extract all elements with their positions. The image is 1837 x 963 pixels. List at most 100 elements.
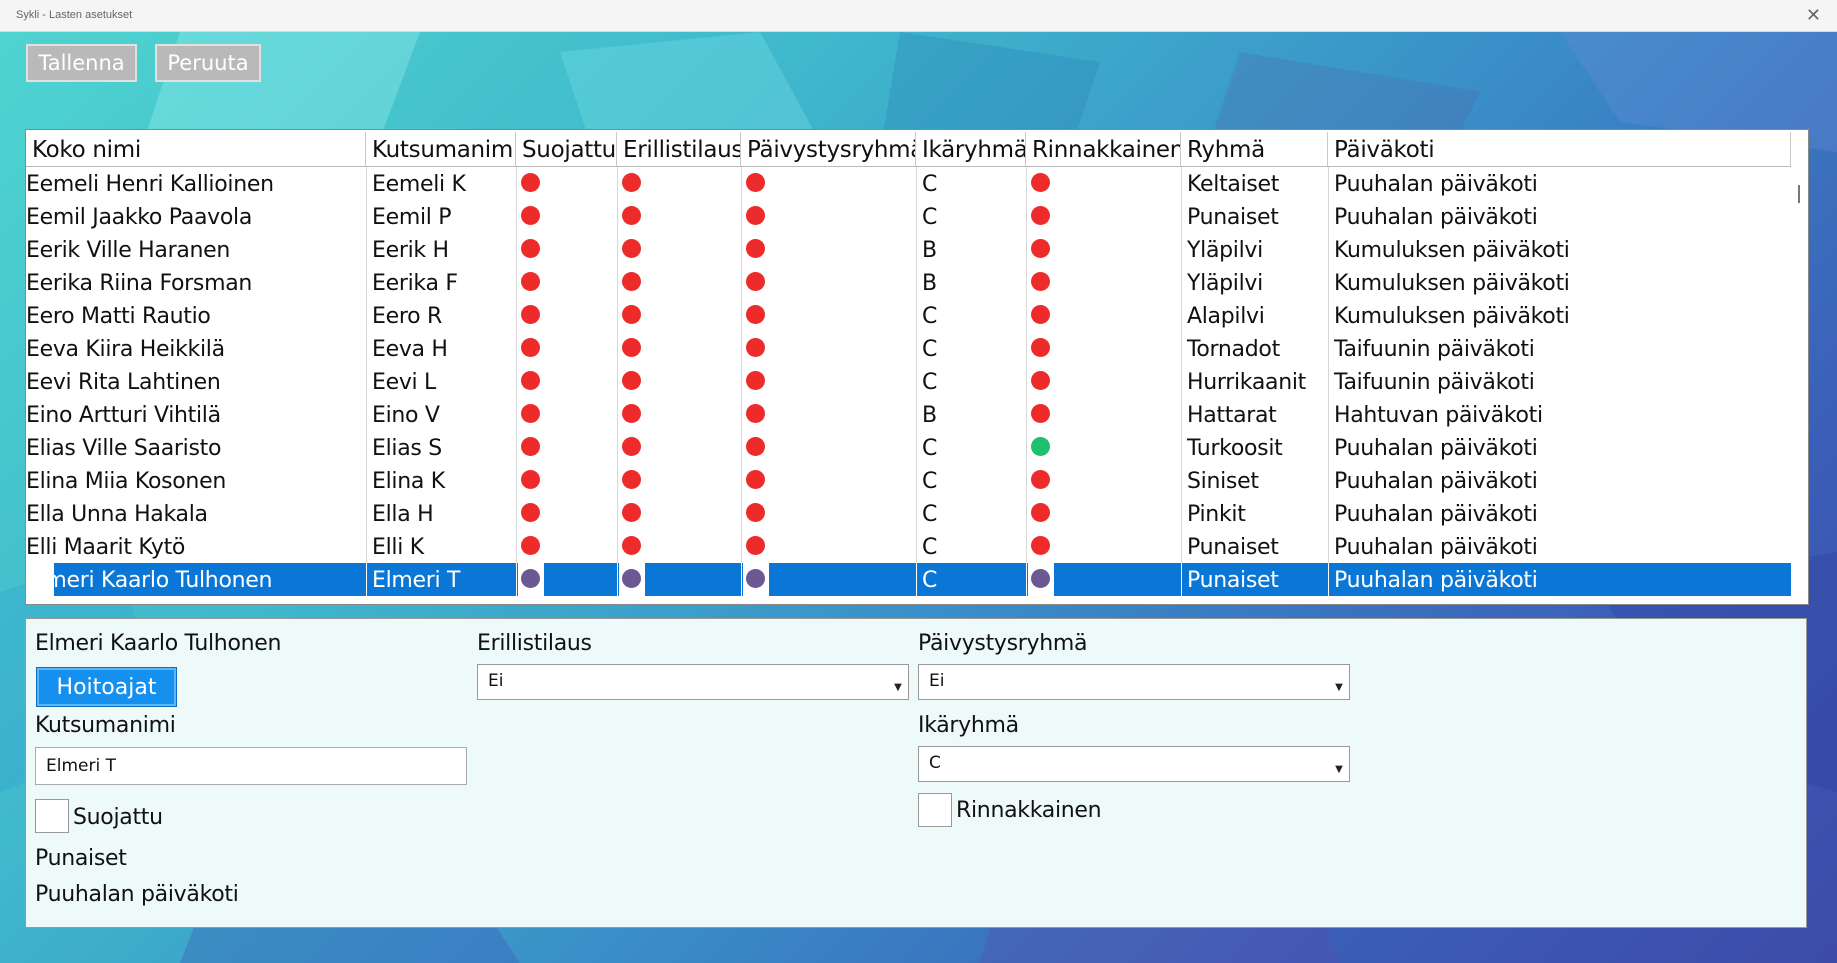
- children-grid[interactable]: Koko nimi Kutsumanimi Suojattu Erillistilau…: [25, 129, 1809, 605]
- column-divider: [366, 266, 367, 299]
- column-divider: [1026, 266, 1027, 299]
- cell-koko-nimi: Eemil Jaakko Paavola: [26, 205, 252, 230]
- suojattu-label: Suojattu: [73, 805, 163, 830]
- column-divider: [516, 266, 517, 299]
- cancel-button[interactable]: Peruuta: [155, 44, 261, 82]
- save-button[interactable]: Tallenna: [26, 44, 137, 82]
- column-divider: [1181, 365, 1182, 398]
- column-divider: [1328, 332, 1329, 365]
- grid-body[interactable]: Eemeli Henri Kallioinen Eemeli K C Keltaise…: [26, 167, 1791, 604]
- header-col-kutsumanimi[interactable]: Kutsumanimi: [366, 132, 516, 166]
- cell-kutsumanimi: Ella H: [372, 502, 434, 527]
- table-row[interactable]: Eerik Ville Haranen Eerik H B Yläpilvi Kumul…: [26, 233, 1791, 266]
- erillistilaus-select[interactable]: Ei ▼: [477, 664, 909, 700]
- status-dot-icon: [521, 371, 540, 390]
- cell-koko-nimi: Elina Miia Kosonen: [26, 469, 226, 494]
- ikaryhma-select[interactable]: C ▼: [918, 746, 1350, 782]
- cell-kutsumanimi: Eeva H: [372, 337, 448, 362]
- column-divider: [366, 167, 367, 200]
- column-divider: [1328, 563, 1329, 596]
- header-col-paivystysryhma[interactable]: Päivystysryhmä: [741, 132, 916, 166]
- column-divider: [366, 530, 367, 563]
- status-dot-icon: [746, 536, 765, 555]
- table-row[interactable]: Eemeli Henri Kallioinen Eemeli K C Keltaise…: [26, 167, 1791, 200]
- table-row[interactable]: Eeva Kiira Heikkilä Eeva H C Tornadot Taifuu…: [26, 332, 1791, 365]
- suojattu-checkbox[interactable]: [35, 799, 69, 833]
- close-icon[interactable]: ✕: [1806, 5, 1821, 26]
- table-row[interactable]: Eino Artturi Vihtilä Eino V B Hattarat Hahtu…: [26, 398, 1791, 431]
- column-divider: [366, 431, 367, 464]
- column-divider: [741, 398, 742, 431]
- status-dot-icon: [746, 569, 765, 588]
- cell-kutsumanimi: Eino V: [372, 403, 440, 428]
- chevron-down-icon[interactable]: ▼: [1331, 747, 1347, 781]
- header-col-paivakoti[interactable]: Päiväkoti: [1328, 132, 1791, 166]
- column-divider: [1328, 266, 1329, 299]
- column-divider: [741, 167, 742, 200]
- column-divider: [617, 167, 618, 200]
- column-divider: [366, 398, 367, 431]
- cell-ryhma: Alapilvi: [1187, 304, 1265, 329]
- column-divider: [366, 233, 367, 266]
- rinnakkainen-checkbox[interactable]: [918, 793, 952, 827]
- header-col-koko-nimi[interactable]: Koko nimi: [26, 132, 366, 166]
- column-divider: [916, 464, 917, 497]
- kutsumanimi-input[interactable]: [35, 747, 467, 785]
- cell-ryhma: Keltaiset: [1187, 172, 1280, 197]
- column-divider: [366, 332, 367, 365]
- ikaryhma-label: Ikäryhmä: [918, 713, 1019, 738]
- status-dot-icon: [622, 305, 641, 324]
- title-bar: Sykli - Lasten asetukset ✕: [0, 0, 1837, 32]
- hoitoajat-button[interactable]: Hoitoajat: [36, 667, 177, 707]
- status-dot-icon: [521, 470, 540, 489]
- column-divider: [916, 200, 917, 233]
- header-col-ryhma[interactable]: Ryhmä: [1181, 132, 1328, 166]
- column-divider: [916, 431, 917, 464]
- cell-ikaryhma: C: [922, 535, 938, 560]
- column-divider: [516, 332, 517, 365]
- chevron-down-icon[interactable]: ▼: [890, 665, 906, 699]
- column-divider: [617, 266, 618, 299]
- table-row[interactable]: Elli Maarit Kytö Elli K C Punaiset Puuhalan …: [26, 530, 1791, 563]
- paivystysryhma-select[interactable]: Ei ▼: [918, 664, 1350, 700]
- header-col-suojattu[interactable]: Suojattu: [516, 132, 617, 166]
- cell-paivakoti: Puuhalan päiväkoti: [1334, 502, 1538, 527]
- table-row[interactable]: Elmeri Kaarlo Tulhonen Elmeri T C Punaiset P…: [26, 563, 1791, 596]
- header-col-rinnakkainen[interactable]: Rinnakkainen: [1026, 132, 1181, 166]
- cell-ikaryhma: C: [922, 436, 938, 461]
- column-divider: [741, 299, 742, 332]
- column-divider: [741, 233, 742, 266]
- detail-panel: Elmeri Kaarlo Tulhonen Hoitoajat Kutsuma…: [25, 618, 1807, 928]
- status-dot-icon: [746, 338, 765, 357]
- column-divider: [741, 266, 742, 299]
- table-row[interactable]: Elina Miia Kosonen Elina K C Siniset Puuhala…: [26, 464, 1791, 497]
- cell-paivakoti: Kumuluksen päiväkoti: [1334, 238, 1570, 263]
- status-dot-icon: [521, 173, 540, 192]
- column-divider: [741, 431, 742, 464]
- column-divider: [366, 563, 367, 596]
- table-row[interactable]: Eero Matti Rautio Eero R C Alapilvi Kumuluks…: [26, 299, 1791, 332]
- chevron-down-icon[interactable]: ▼: [1331, 665, 1347, 699]
- column-divider: [516, 233, 517, 266]
- table-row[interactable]: Ella Unna Hakala Ella H C Pinkit Puuhalan pä…: [26, 497, 1791, 530]
- cell-koko-nimi: Ella Unna Hakala: [26, 502, 208, 527]
- table-row[interactable]: Eevi Rita Lahtinen Eevi L C Hurrikaanit Taif…: [26, 365, 1791, 398]
- cell-kutsumanimi: Eevi L: [372, 370, 437, 395]
- cell-ryhma: Hurrikaanit: [1187, 370, 1306, 395]
- column-divider: [916, 563, 917, 596]
- table-row[interactable]: Eemil Jaakko Paavola Eemil P C Punaiset Puuh…: [26, 200, 1791, 233]
- header-col-erillistilaus[interactable]: Erillistilaus: [617, 132, 741, 166]
- status-dot-icon: [622, 437, 641, 456]
- column-divider: [1328, 365, 1329, 398]
- header-col-ikaryhma[interactable]: Ikäryhmä: [916, 132, 1026, 166]
- status-dot-icon: [746, 272, 765, 291]
- cell-ryhma: Hattarat: [1187, 403, 1277, 428]
- table-row[interactable]: Elias Ville Saaristo Elias S C Turkoosit Puu…: [26, 431, 1791, 464]
- status-dot-icon: [1031, 371, 1050, 390]
- table-row[interactable]: Eerika Riina Forsman Eerika F B Yläpilvi Kum…: [26, 266, 1791, 299]
- scrollbar-thumb[interactable]: [1798, 185, 1800, 203]
- column-divider: [1026, 365, 1027, 398]
- column-divider: [1328, 167, 1329, 200]
- column-divider: [916, 167, 917, 200]
- column-divider: [1328, 398, 1329, 431]
